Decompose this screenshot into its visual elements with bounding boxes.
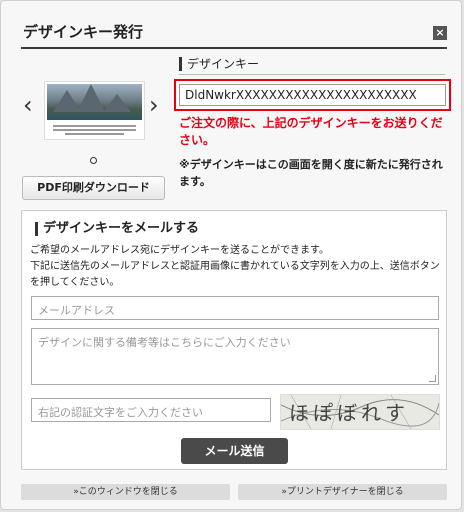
design-preview-thumbnail: [44, 81, 145, 140]
title-divider: [21, 47, 447, 49]
captcha-input[interactable]: 右記の認証文字をご入力ください: [31, 398, 271, 422]
mail-description-line: ご希望のメールアドレス宛にデザインキーを送ることができます。: [30, 245, 329, 256]
design-key-divider: [179, 74, 445, 75]
pdf-download-button[interactable]: PDF印刷ダウンロード: [22, 176, 165, 200]
mail-heading: デザインキーをメールする: [35, 222, 199, 236]
dialog-title: デザインキー発行: [23, 23, 144, 41]
previous-arrow-icon[interactable]: ‹: [23, 93, 33, 117]
close-designer-button[interactable]: »プリントデザイナーを閉じる: [238, 484, 447, 500]
mountain-photo: [47, 84, 142, 120]
captcha-text: ほぽぼれす: [289, 401, 409, 425]
design-key-dialog: デザインキー発行 × ‹ › PDF印刷ダウンロード デザインキー DldNwk…: [0, 0, 462, 510]
close-icon[interactable]: ×: [433, 26, 447, 40]
email-field[interactable]: メールアドレス: [31, 296, 439, 320]
page-indicator-dot[interactable]: [90, 157, 97, 164]
design-key-warning: ご注文の際に、上記のデザインキーをお送りください。: [179, 116, 443, 147]
next-arrow-icon[interactable]: ›: [149, 93, 159, 117]
design-key-field[interactable]: DldNwkrXXXXXXXXXXXXXXXXXXXXXX: [179, 84, 446, 106]
mountain-peak: [103, 94, 131, 112]
design-key-heading: デザインキー: [179, 57, 259, 71]
mountain-peak: [77, 84, 105, 112]
design-key-note: ※デザインキーはこの画面を開く度に新たに発行されます。: [179, 158, 443, 188]
send-mail-button[interactable]: メール送信: [181, 438, 288, 464]
captcha-image: ほぽぼれす: [280, 394, 440, 430]
design-key-highlight: DldNwkrXXXXXXXXXXXXXXXXXXXXXX: [174, 79, 451, 111]
preview-text-lines: [53, 125, 136, 137]
resize-handle-icon[interactable]: [429, 375, 436, 382]
mail-description-line: 下記に送信先のメールアドレスと認証用画像に書かれている文字列を入力の上、送信ボタ…: [30, 261, 440, 288]
close-window-button[interactable]: »このウィンドウを閉じる: [21, 484, 230, 500]
mail-description: ご希望のメールアドレス宛にデザインキーを送ることができます。 下記に送信先のメー…: [30, 243, 440, 291]
mail-panel: デザインキーをメールする ご希望のメールアドレス宛にデザインキーを送ることができ…: [21, 210, 447, 470]
memo-textarea[interactable]: デザインに関する備考等はこちらにご入力ください: [31, 328, 439, 385]
memo-placeholder: デザインに関する備考等はこちらにご入力ください: [38, 336, 291, 349]
